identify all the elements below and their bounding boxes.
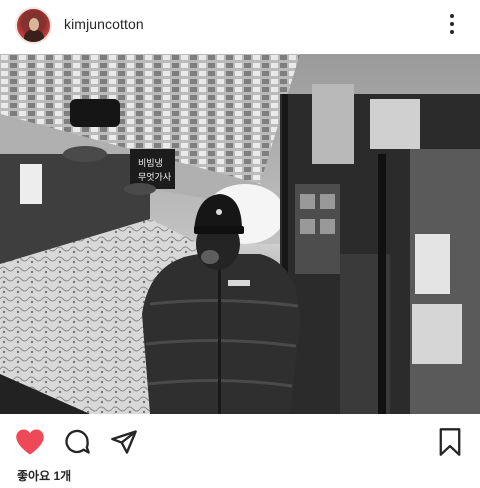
svg-text:무엇가사: 무엇가사	[138, 172, 172, 183]
post-photo[interactable]: 비빔냉 무엇가사	[0, 54, 480, 414]
more-options-icon[interactable]	[446, 12, 458, 36]
svg-text:비빔냉: 비빔냉	[138, 158, 163, 169]
username[interactable]: kimjuncotton	[64, 16, 144, 32]
market-alley-photo: 비빔냉 무엇가사	[0, 54, 480, 414]
post-header: kimjuncotton	[0, 0, 480, 54]
send-icon[interactable]	[108, 426, 140, 458]
heart-filled-icon[interactable]	[14, 426, 46, 458]
comment-icon[interactable]	[61, 426, 93, 458]
likes-count[interactable]: 좋아요 1개	[17, 467, 71, 484]
avatar[interactable]	[15, 7, 52, 44]
action-bar	[0, 420, 480, 464]
bookmark-icon[interactable]	[434, 426, 466, 458]
